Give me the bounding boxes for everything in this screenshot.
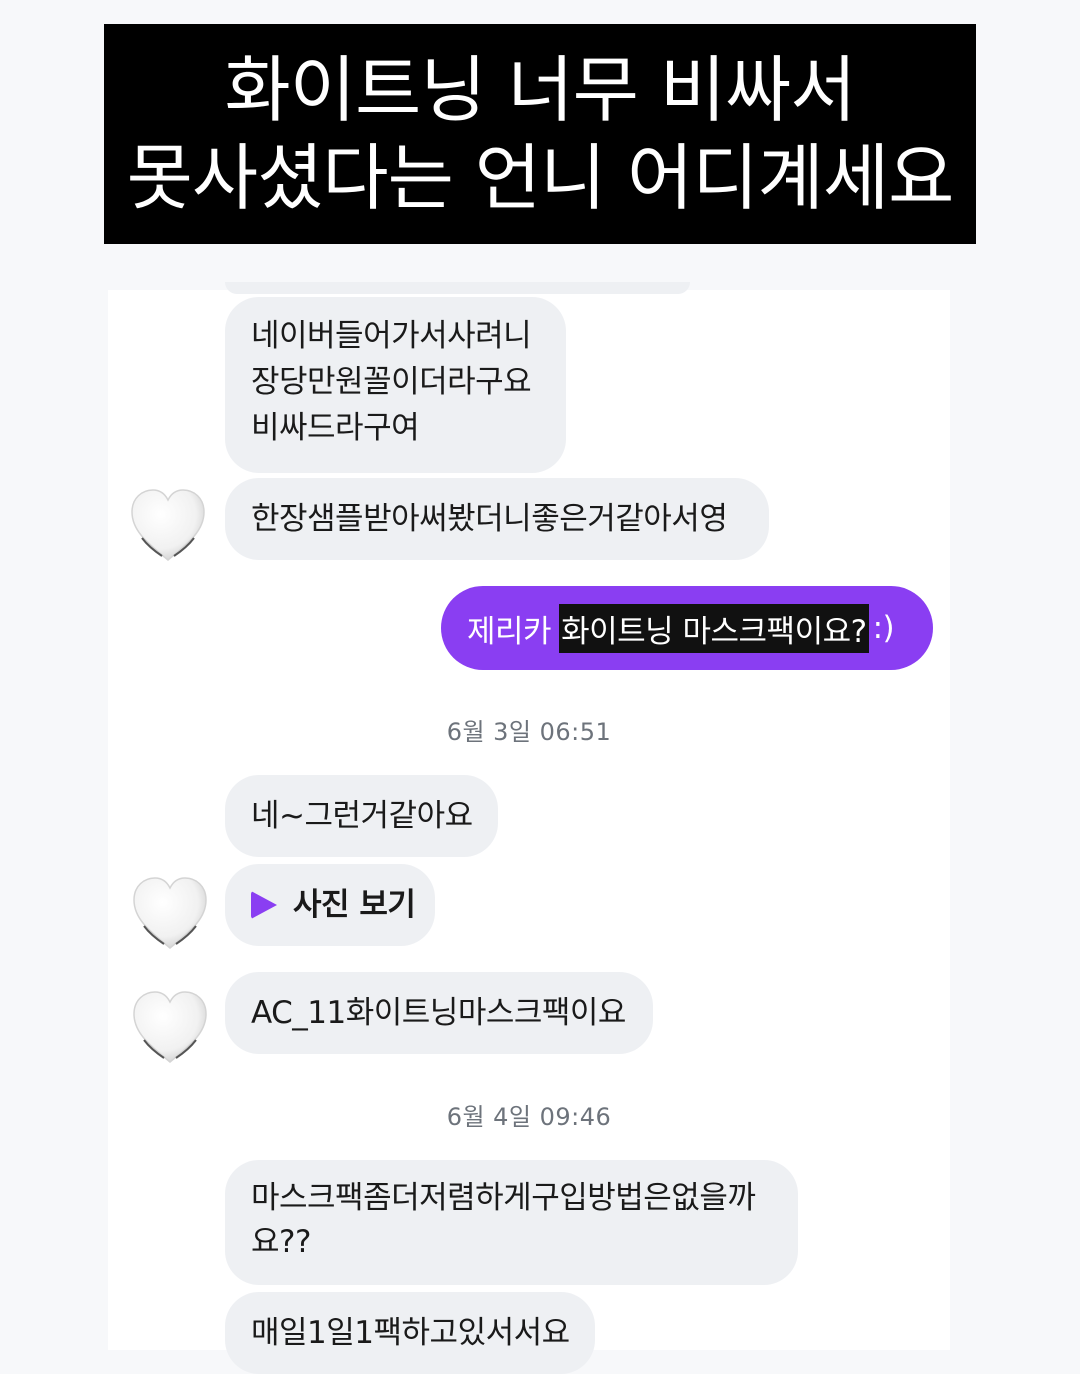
cropped-message-bubble — [225, 282, 690, 294]
message-text: 매일1일1팩하고있서서요 — [251, 1315, 570, 1351]
sent-message: 제리카 화이트닝 마스크팩이요? :) — [441, 586, 933, 670]
received-message-3: 네~그런거같아요 — [225, 775, 498, 857]
received-message-2: 한장샘플받아써봤더니좋은거같아서영 — [225, 478, 769, 560]
white-heart-icon[interactable] — [128, 486, 208, 566]
received-message-4: AC_11화이트닝마스크팩이요 — [225, 972, 653, 1054]
view-photo-button[interactable]: 사진 보기 — [225, 864, 435, 946]
white-heart-icon[interactable] — [130, 874, 210, 954]
message-text: 마스크팩좀더저렴하게구입방법은없을까요?? — [251, 1180, 756, 1260]
message-text: AC_11화이트닝마스크팩이요 — [251, 995, 626, 1031]
message-text: 한장샘플받아써봤더니좋은거같아서영 — [251, 501, 728, 537]
sent-text-prefix: 제리카 — [467, 613, 552, 650]
received-message-5: 마스크팩좀더저렴하게구입방법은없을까요?? — [225, 1160, 798, 1285]
message-text: 네~그런거같아요 — [251, 798, 473, 834]
timestamp-2: 6월 4일 09:46 — [446, 1103, 612, 1131]
headline-line-1: 화이트닝 너무 비싸서 — [224, 48, 857, 132]
headline-banner: 화이트닝 너무 비싸서 못사셨다는 언니 어디계세요 — [104, 24, 976, 244]
timestamp-1: 6월 3일 06:51 — [446, 718, 612, 746]
received-message-1: 네이버들어가서사려니 장당만원꼴이더라구요 비싸드라구여 — [225, 297, 566, 473]
message-text: 네이버들어가서사려니 장당만원꼴이더라구요 비싸드라구여 — [251, 318, 532, 446]
view-photo-label: 사진 보기 — [293, 887, 416, 923]
headline-line-2: 못사셨다는 언니 어디계세요 — [126, 136, 955, 220]
white-heart-icon[interactable] — [130, 988, 210, 1068]
sent-text-suffix: :) — [872, 610, 895, 646]
received-message-6: 매일1일1팩하고있서서요 — [225, 1292, 595, 1374]
play-icon — [251, 891, 277, 919]
sent-text-highlight: 화이트닝 마스크팩이요? — [559, 603, 869, 653]
